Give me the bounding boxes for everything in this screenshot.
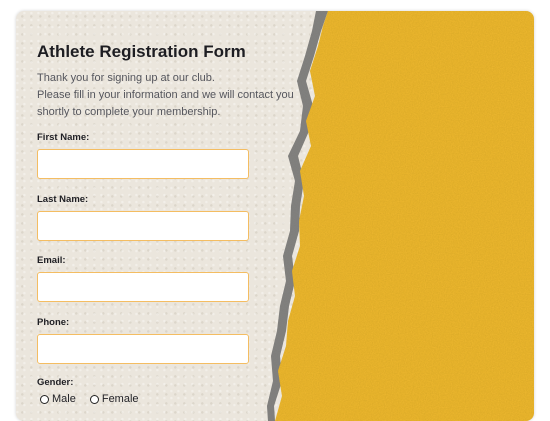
male-radio[interactable] [40, 394, 49, 404]
gender-label: Gender: [37, 377, 74, 388]
gender-option-female[interactable]: Female [89, 393, 139, 405]
last-name-field: Last Name: [37, 194, 249, 241]
first-name-label: First Name: [37, 132, 90, 143]
intro-line: shortly to complete your membership. [37, 106, 221, 118]
email-field: Email: [37, 255, 249, 302]
gender-option-male[interactable]: Male [40, 393, 76, 405]
female-label: Female [101, 393, 139, 405]
intro-text: Thank you for signing up at our club. Pl… [37, 70, 294, 121]
last-name-input[interactable] [37, 211, 249, 241]
form-title: Athlete Registration Form [37, 42, 246, 61]
first-name-input[interactable] [37, 149, 249, 179]
email-label: Email: [37, 255, 66, 266]
gender-field: Gender: Male Female [37, 377, 153, 405]
last-name-label: Last Name: [37, 194, 89, 205]
phone-input[interactable] [37, 334, 249, 364]
gender-options: Male Female [40, 393, 153, 405]
female-radio[interactable] [89, 394, 99, 404]
phone-field: Phone: [37, 317, 249, 364]
yellow-paper [275, 11, 534, 421]
first-name-field: First Name: [37, 132, 249, 179]
intro-line: Please fill in your information and we w… [37, 89, 294, 101]
male-label: Male [52, 393, 76, 405]
registration-card: Athlete Registration Form Thank you for … [16, 11, 534, 421]
email-input[interactable] [37, 272, 249, 302]
intro-line: Thank you for signing up at our club. [37, 72, 215, 84]
phone-label: Phone: [37, 317, 70, 328]
